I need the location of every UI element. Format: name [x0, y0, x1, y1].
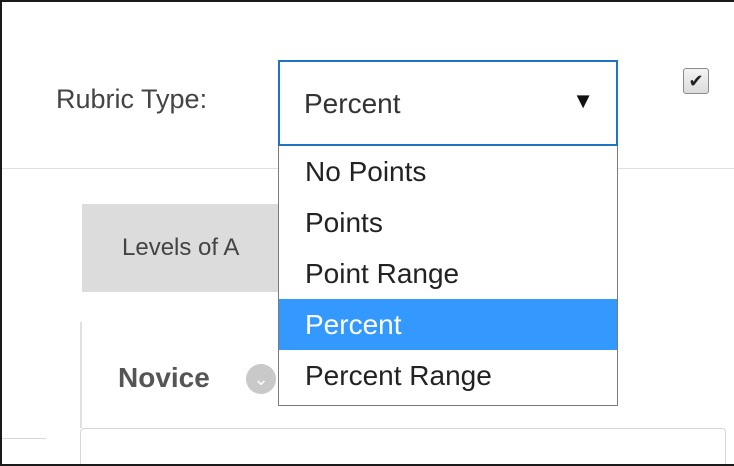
rubric-type-label: Rubric Type: [56, 84, 208, 114]
rubric-type-selected-value: Percent [304, 88, 401, 119]
chevron-down-icon[interactable]: ⌄ [246, 364, 276, 394]
option-percent[interactable]: Percent [279, 299, 617, 350]
option-no-points[interactable]: No Points [279, 146, 617, 197]
option-percent-range[interactable]: Percent Range [279, 350, 617, 401]
row-divider [2, 438, 46, 439]
dropdown-arrow-icon: ▼ [572, 88, 594, 113]
rubric-type-select[interactable]: Percent ▼ [278, 60, 618, 146]
column-divider [80, 322, 82, 428]
option-point-range[interactable]: Point Range [279, 248, 617, 299]
rubric-editor: Rubric Type: Percent ▼ ✔ Levels of A Nov… [0, 0, 734, 466]
rubric-checkbox[interactable]: ✔ [683, 68, 709, 94]
level-title-novice: Novice [118, 362, 210, 393]
rubric-type-options-list: No Points Points Point Range Percent Per… [278, 146, 618, 406]
option-points[interactable]: Points [279, 197, 617, 248]
levels-tab-label: Levels of A [122, 234, 240, 261]
criterion-input-box[interactable] [80, 428, 726, 464]
